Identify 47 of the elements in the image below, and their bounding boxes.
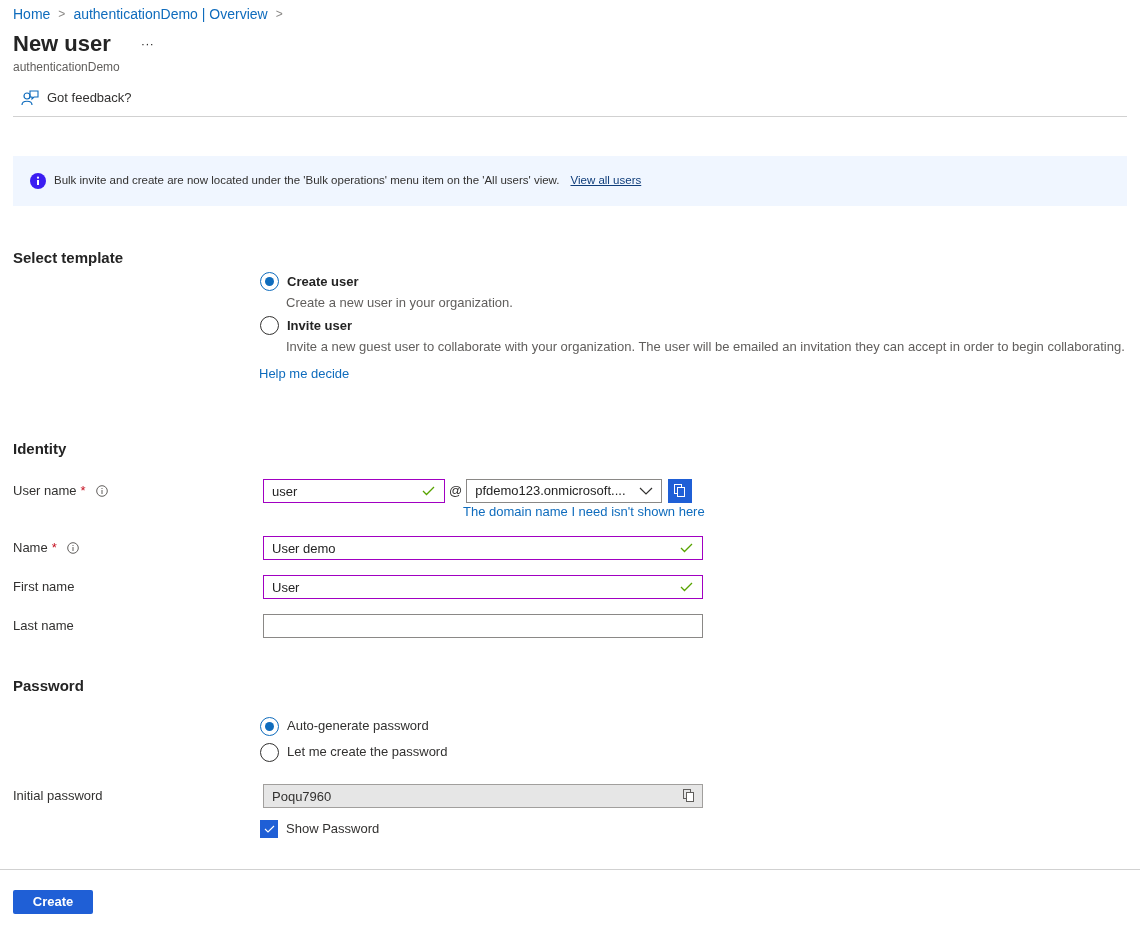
- field-label: Name: [13, 539, 48, 558]
- check-icon: [680, 582, 693, 592]
- text-field[interactable]: User demo: [263, 536, 703, 560]
- create-button[interactable]: Create: [13, 889, 93, 914]
- copy-icon: [674, 484, 687, 498]
- radio-label: Invite user: [287, 316, 353, 335]
- domain-help-link[interactable]: The domain name I need isn't shown here: [463, 503, 705, 521]
- section-heading: Select template: [12, 247, 125, 268]
- at-sign: @: [449, 482, 463, 501]
- field-label: User name: [13, 482, 77, 501]
- feedback-icon: [21, 89, 39, 106]
- text-field[interactable]: user: [263, 479, 445, 503]
- section-heading: Identity: [12, 439, 68, 459]
- checkmark-icon: [263, 824, 275, 833]
- radio-label: Auto-generate password: [287, 717, 429, 736]
- domain-dropdown[interactable]: pfdemo123.onmicrosoft....: [466, 479, 663, 503]
- field-label: Initial password: [12, 787, 104, 806]
- help-me-decide-link[interactable]: Help me decide: [259, 363, 350, 383]
- radio-label: Let me create the password: [287, 743, 448, 762]
- required-mark: *: [80, 482, 86, 501]
- feedback-button[interactable]: Got feedback?: [13, 88, 140, 108]
- text-field[interactable]: [263, 614, 703, 638]
- view-all-users-link[interactable]: View all users: [570, 171, 642, 190]
- text-field[interactable]: User: [263, 575, 703, 599]
- field-label: Last name: [13, 617, 74, 636]
- page-subtitle: authenticationDemo: [12, 59, 121, 76]
- breadcrumb-link[interactable]: authenticationDemo | Overview: [73, 3, 268, 25]
- copy-button[interactable]: [668, 479, 693, 503]
- check-icon: [680, 543, 693, 553]
- check-icon: [422, 486, 435, 496]
- checkbox-label: Show Password: [286, 820, 380, 838]
- page-title: New user: [13, 30, 111, 58]
- radio-label: Create user: [287, 272, 359, 291]
- field-label: First name: [13, 578, 75, 597]
- breadcrumb-separator: >: [58, 6, 66, 23]
- checkbox[interactable]: [260, 819, 278, 838]
- option-description: Create a new user in your organization.: [286, 293, 514, 312]
- more-button[interactable]: ···: [136, 34, 158, 54]
- banner-message: Bulk invite and create are now located under the 'Bulk operations' menu item on the 'All users' view.: [54, 172, 560, 188]
- chevron-down-icon: [639, 487, 654, 495]
- copy-icon: [683, 789, 695, 803]
- section-heading: Password: [12, 676, 85, 696]
- breadcrumb-separator: >: [275, 6, 283, 23]
- info-icon: [30, 172, 46, 189]
- breadcrumb-link[interactable]: Home: [13, 3, 51, 25]
- option-description: Invite a new guest user to collaborate with your organization. The user will be emailed an invitation they can accept in order to begin collaborating.: [286, 337, 1126, 356]
- required-mark: *: [51, 539, 57, 558]
